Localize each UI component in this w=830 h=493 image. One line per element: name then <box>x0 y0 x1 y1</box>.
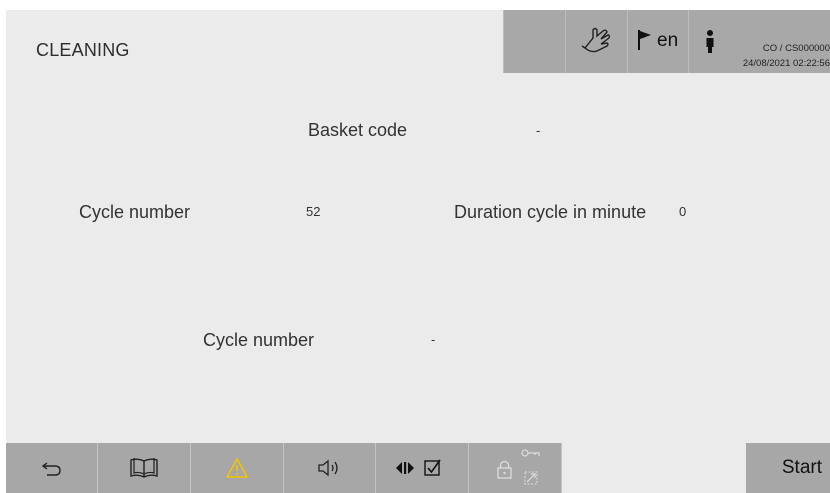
lock-key-icon <box>497 449 540 485</box>
manual-button[interactable] <box>98 443 191 493</box>
hand-icon <box>581 27 611 53</box>
cycle-control-button[interactable] <box>376 443 469 493</box>
main-panel <box>6 73 830 443</box>
language-label[interactable]: en <box>657 30 678 52</box>
basket-code-label: Basket code <box>308 120 408 140</box>
alarm-button[interactable] <box>191 443 284 493</box>
user-info: CO / CS000000 24/08/2021 02:22:56 <box>730 41 830 71</box>
flag-icon <box>638 30 651 50</box>
cycle-number2-value: - <box>431 332 436 347</box>
cycle-number2-label: Cycle number <box>203 330 315 350</box>
page-title: CLEANING <box>36 40 130 60</box>
start-button[interactable]: Start <box>746 443 830 493</box>
back-button[interactable] <box>6 443 98 493</box>
warning-icon <box>226 458 248 478</box>
sound-button[interactable] <box>284 443 376 493</box>
hand-button[interactable] <box>565 10 627 73</box>
start-button-label: Start <box>781 457 822 478</box>
duration-label: Duration cycle in minute <box>454 202 647 222</box>
cycle-number-value: 52 <box>306 204 321 219</box>
bottom-toolbar: Start <box>6 443 830 493</box>
toolbar-spacer <box>562 443 746 493</box>
person-info-icon <box>706 30 714 53</box>
speaker-icon <box>317 459 338 477</box>
duration-value: 0 <box>679 204 687 219</box>
header-blank-cell <box>503 10 565 73</box>
book-icon <box>130 458 158 478</box>
user-line: CO / CS000000 <box>762 43 830 54</box>
play-check-icon <box>396 459 441 476</box>
datetime: 24/08/2021 02:22:56 <box>742 58 830 69</box>
user-info-cell[interactable]: CO / CS000000 24/08/2021 02:22:56 <box>688 10 830 73</box>
back-icon <box>41 462 61 476</box>
cycle-number-label: Cycle number <box>79 202 191 222</box>
lock-button[interactable] <box>469 443 562 493</box>
basket-code-value: - <box>536 123 541 138</box>
